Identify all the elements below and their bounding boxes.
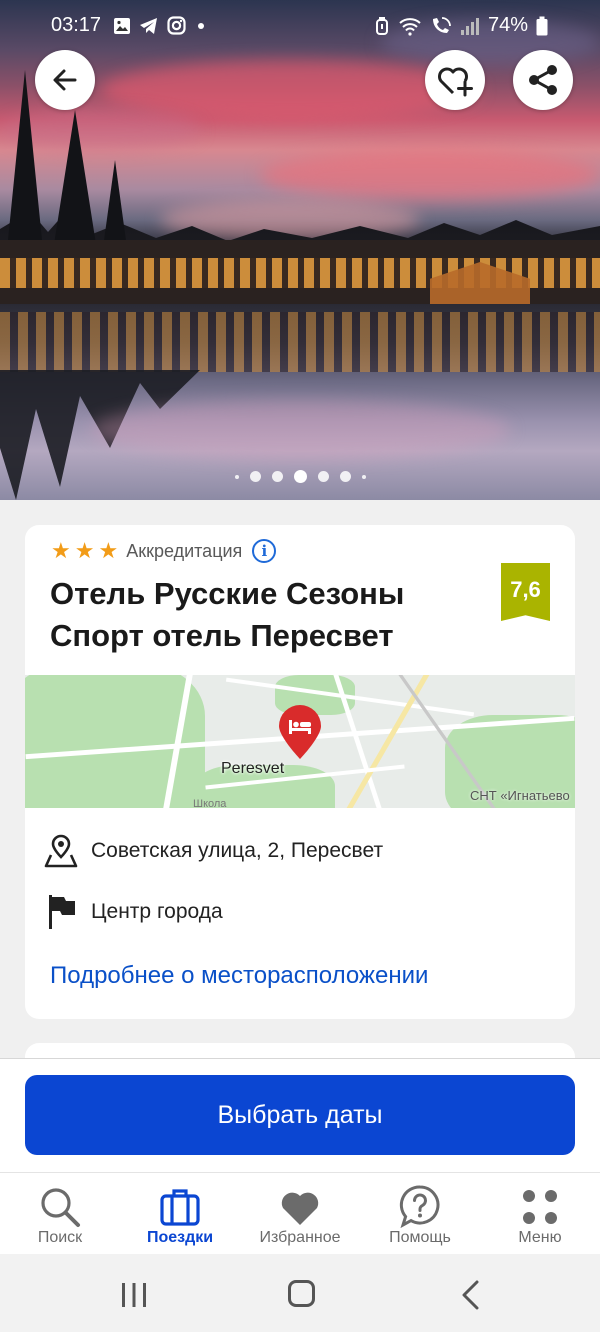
photo-cloud: [100, 60, 480, 120]
pagination-dot: [249, 471, 261, 482]
heart-icon: [281, 1192, 319, 1225]
hotel-map-pin-icon: [279, 705, 321, 759]
accreditation-label: Аккредитация: [126, 540, 243, 561]
map-location-icon: [44, 834, 78, 868]
wifi-call-icon: [432, 16, 451, 33]
signal-icon: [460, 17, 479, 35]
system-back-icon[interactable]: [460, 1280, 482, 1310]
bottom-action-bar: Выбрать даты: [0, 1058, 600, 1172]
map-poi-label: Школа: [193, 798, 227, 808]
telegram-icon: [140, 17, 157, 34]
status-notification-icons: [113, 16, 208, 35]
star-icon: ★: [51, 538, 71, 563]
tab-label: Помощь: [389, 1229, 451, 1246]
photo-cloud: [260, 150, 600, 200]
pagination-dot: [234, 474, 239, 479]
tab-help[interactable]: Помощь: [360, 1173, 480, 1254]
dot-icon: [198, 22, 204, 29]
share-icon: [529, 65, 557, 95]
battery-icon: [536, 16, 548, 35]
tab-label: Избранное: [259, 1229, 341, 1246]
tab-search[interactable]: Поиск: [0, 1173, 120, 1254]
photo-cloud-reflection: [90, 400, 510, 460]
hotel-info-card: ★ ★ ★ Аккредитация i Отель Русские Сезон…: [25, 525, 575, 1019]
hotel-photo-carousel[interactable]: 03:17 74%: [0, 0, 600, 500]
tab-label: Поездки: [146, 1229, 214, 1246]
status-time: 03:17: [51, 14, 102, 36]
hotel-name: Отель Русские Сезоны Спорт отель Пересве…: [50, 576, 405, 653]
add-to-favorites-button[interactable]: [425, 50, 485, 110]
select-dates-button[interactable]: Выбрать даты: [25, 1075, 575, 1155]
heart-plus-icon: [438, 67, 473, 97]
pagination-dot: [317, 471, 329, 482]
tab-label: Меню: [518, 1229, 562, 1246]
info-icon[interactable]: i: [252, 539, 277, 563]
instagram-icon: [167, 16, 186, 35]
map-area-label: СНТ «Игнатьево: [470, 788, 570, 803]
back-button[interactable]: [35, 50, 95, 110]
search-icon: [41, 1188, 80, 1227]
tab-favorites[interactable]: Избранное: [240, 1173, 360, 1254]
star-icon: ★: [98, 538, 119, 563]
photo-pagination-dots: [0, 470, 600, 483]
flag-icon: [49, 895, 75, 929]
status-bar: 03:17 74%: [0, 0, 600, 50]
hotel-address: Советская улица, 2, Пересвет: [91, 839, 384, 862]
help-icon: [399, 1185, 440, 1229]
system-navigation-bar: [0, 1254, 600, 1332]
status-system-icons: 74%: [374, 14, 548, 37]
wifi-icon: [399, 17, 421, 36]
tab-trips[interactable]: Поездки: [120, 1173, 240, 1254]
address-row: Советская улица, 2, Пересвет: [43, 833, 383, 869]
tab-menu[interactable]: Меню: [480, 1173, 600, 1254]
district-row: Центр города: [43, 893, 223, 931]
map-city-label: Peresvet: [221, 760, 285, 777]
pagination-dot: [271, 471, 283, 482]
location-details-link[interactable]: Подробнее о месторасположении: [50, 962, 428, 990]
battery-percent: 74%: [487, 14, 528, 36]
hotel-district: Центр города: [91, 900, 223, 923]
tab-label: Поиск: [37, 1229, 83, 1246]
hotel-rating-row: ★ ★ ★ Аккредитация i: [51, 538, 277, 563]
bottom-tab-bar: Поиск Поездки Избранное Помощь Меню: [0, 1172, 600, 1254]
menu-dots-icon: [523, 1190, 557, 1224]
star-icon: ★: [74, 538, 95, 563]
arrow-left-icon: [53, 69, 77, 91]
photo-reflection: [0, 312, 600, 372]
pagination-dot-active: [293, 470, 307, 483]
review-score-badge[interactable]: 7,6: [501, 563, 550, 621]
home-button-icon[interactable]: [288, 1280, 315, 1307]
pagination-dot: [361, 474, 366, 479]
recent-apps-icon[interactable]: [120, 1282, 148, 1308]
pagination-dot: [339, 471, 351, 482]
suitcase-icon: [160, 1189, 200, 1226]
gallery-icon: [114, 17, 130, 34]
alarm-icon: [375, 16, 388, 35]
location-map[interactable]: Peresvet СНТ «Игнатьево Школа: [25, 675, 575, 808]
share-button[interactable]: [513, 50, 573, 110]
